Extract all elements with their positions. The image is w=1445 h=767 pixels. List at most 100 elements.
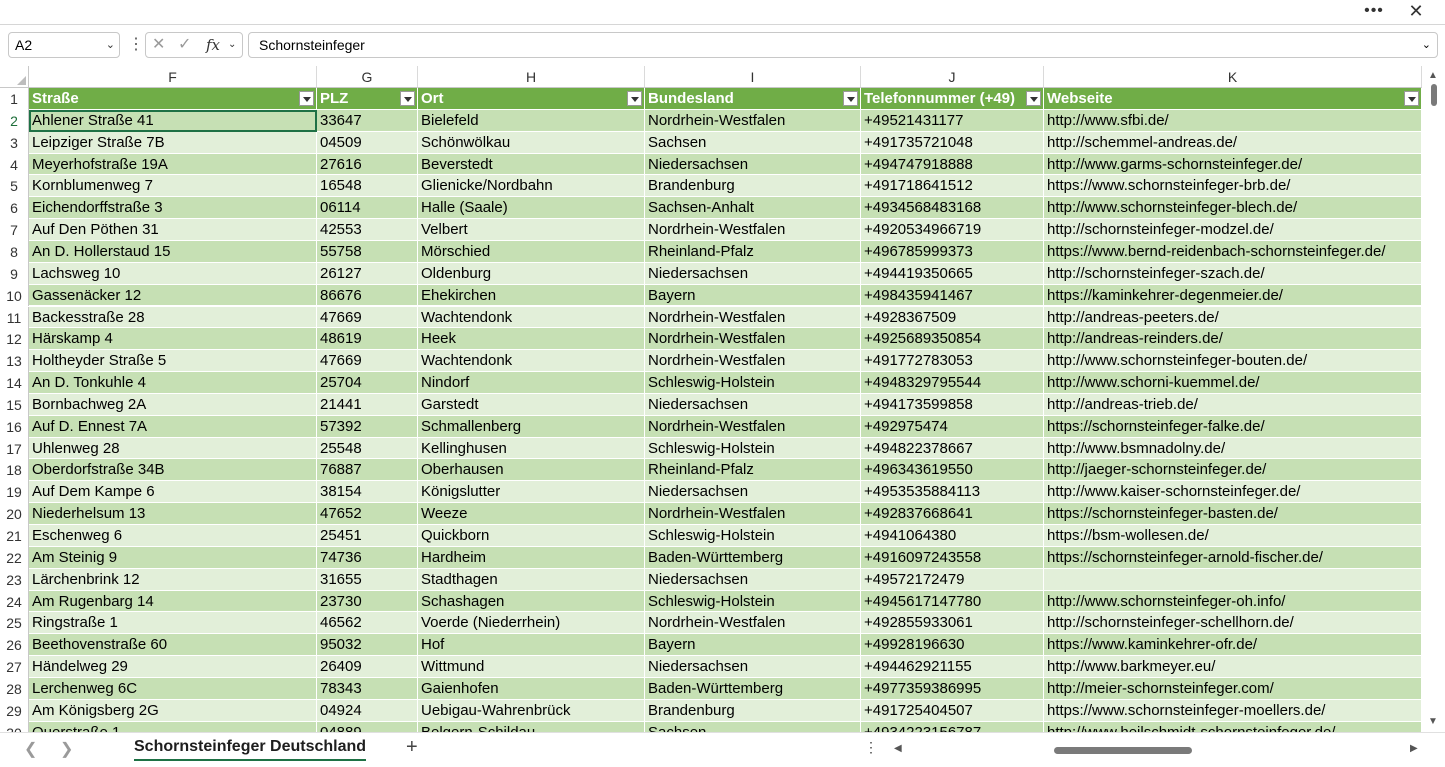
table-cell[interactable]: http://www.heilschmidt-schornsteinfeger.… xyxy=(1044,721,1422,732)
table-cell[interactable]: Niedersachsen xyxy=(645,153,861,176)
filter-dropdown-icon[interactable] xyxy=(400,91,415,106)
table-cell[interactable]: Mörschied xyxy=(418,240,645,263)
table-cell[interactable]: http://schornsteinfeger-szach.de/ xyxy=(1044,262,1422,285)
table-cell[interactable]: Am Steinig 9 xyxy=(29,546,317,569)
row-number[interactable]: 18 xyxy=(0,459,29,482)
table-cell[interactable]: Beethovenstraße 60 xyxy=(29,634,317,657)
table-cell[interactable]: Nordrhein-Westfalen xyxy=(645,109,861,132)
table-cell[interactable]: Niedersachsen xyxy=(645,481,861,504)
cancel-icon[interactable]: ✕ xyxy=(152,34,165,56)
filter-dropdown-icon[interactable] xyxy=(1404,91,1419,106)
table-cell[interactable]: http://jaeger-schornsteinfeger.de/ xyxy=(1044,459,1422,482)
table-cell[interactable]: +49521431177 xyxy=(861,109,1044,132)
table-cell[interactable]: Stadthagen xyxy=(418,568,645,591)
table-cell[interactable]: +492855933061 xyxy=(861,612,1044,635)
table-cell[interactable]: Niederhelsum 13 xyxy=(29,503,317,525)
table-cell[interactable]: 78343 xyxy=(317,677,418,700)
table-cell[interactable]: Backesstraße 28 xyxy=(29,306,317,329)
table-cell[interactable]: Bayern xyxy=(645,284,861,307)
horizontal-scrollbar[interactable]: ◀ ▶ xyxy=(894,743,1424,757)
table-cell[interactable]: http://schornsteinfeger-modzel.de/ xyxy=(1044,219,1422,241)
row-number[interactable]: 29 xyxy=(0,699,29,722)
table-cell[interactable]: 48619 xyxy=(317,328,418,351)
table-cell[interactable]: Nordrhein-Westfalen xyxy=(645,415,861,438)
row-number[interactable]: 26 xyxy=(0,634,29,657)
row-number[interactable]: 20 xyxy=(0,503,29,525)
table-cell[interactable]: https://schornsteinfeger-falke.de/ xyxy=(1044,415,1422,438)
row-number[interactable]: 4 xyxy=(0,153,29,176)
table-cell[interactable]: Schleswig-Holstein xyxy=(645,372,861,394)
table-cell[interactable]: 33647 xyxy=(317,109,418,132)
select-all-corner[interactable] xyxy=(0,66,29,88)
table-cell[interactable]: http://schemmel-andreas.de/ xyxy=(1044,131,1422,154)
table-cell[interactable]: http://www.schornsteinfeger-oh.info/ xyxy=(1044,590,1422,613)
table-cell[interactable]: 21441 xyxy=(317,393,418,416)
table-cell[interactable]: Hof xyxy=(418,634,645,657)
table-cell[interactable]: +4928367509 xyxy=(861,306,1044,329)
table-cell[interactable]: Ahlener Straße 41 xyxy=(29,109,317,132)
table-cell[interactable]: Bielefeld xyxy=(418,109,645,132)
table-cell[interactable]: https://www.schornsteinfeger-brb.de/ xyxy=(1044,175,1422,198)
table-cell[interactable]: +496343619550 xyxy=(861,459,1044,482)
insert-function-icon[interactable]: fx xyxy=(206,34,220,56)
header-cell[interactable]: Straße xyxy=(29,88,317,110)
filter-dropdown-icon[interactable] xyxy=(843,91,858,106)
table-cell[interactable]: Schmallenberg xyxy=(418,415,645,438)
column-header-h[interactable]: H xyxy=(418,66,645,88)
table-cell[interactable]: Kellinghusen xyxy=(418,437,645,460)
table-cell[interactable]: Niedersachsen xyxy=(645,393,861,416)
table-cell[interactable]: Nordrhein-Westfalen xyxy=(645,350,861,373)
table-cell[interactable]: Auf D. Ennest 7A xyxy=(29,415,317,438)
row-number[interactable]: 8 xyxy=(0,240,29,263)
table-cell[interactable]: http://andreas-trieb.de/ xyxy=(1044,393,1422,416)
table-cell[interactable]: +4916097243558 xyxy=(861,546,1044,569)
table-cell[interactable]: 23730 xyxy=(317,590,418,613)
column-header-f[interactable]: F xyxy=(29,66,317,88)
table-cell[interactable]: +491735721048 xyxy=(861,131,1044,154)
table-cell[interactable]: Niedersachsen xyxy=(645,262,861,285)
row-number[interactable]: 17 xyxy=(0,437,29,460)
table-cell[interactable]: Ehekirchen xyxy=(418,284,645,307)
close-icon[interactable]: ✕ xyxy=(1404,0,1428,24)
table-cell[interactable]: 25451 xyxy=(317,525,418,547)
table-cell[interactable]: +4953535884113 xyxy=(861,481,1044,504)
table-cell[interactable]: 25704 xyxy=(317,372,418,394)
table-cell[interactable]: Halle (Saale) xyxy=(418,197,645,220)
table-cell[interactable]: +4920534966719 xyxy=(861,219,1044,241)
table-cell[interactable]: http://meier-schornsteinfeger.com/ xyxy=(1044,677,1422,700)
table-cell[interactable]: https://schornsteinfeger-basten.de/ xyxy=(1044,503,1422,525)
table-cell[interactable]: Bayern xyxy=(645,634,861,657)
prev-sheet-icon[interactable]: ❮ xyxy=(24,739,37,759)
table-cell[interactable]: Oldenburg xyxy=(418,262,645,285)
table-cell[interactable]: +4934568483168 xyxy=(861,197,1044,220)
table-cell[interactable]: Belgern-Schildau xyxy=(418,721,645,732)
row-number[interactable]: 25 xyxy=(0,612,29,635)
table-cell[interactable]: +4948329795544 xyxy=(861,372,1044,394)
table-cell[interactable]: Nordrhein-Westfalen xyxy=(645,503,861,525)
table-cell[interactable]: https://www.schornsteinfeger-moellers.de… xyxy=(1044,699,1422,722)
table-cell[interactable]: Niedersachsen xyxy=(645,568,861,591)
table-cell[interactable]: Heek xyxy=(418,328,645,351)
table-cell[interactable]: Königslutter xyxy=(418,481,645,504)
table-cell[interactable]: +49928196630 xyxy=(861,634,1044,657)
row-number[interactable]: 3 xyxy=(0,131,29,154)
scroll-left-icon[interactable]: ◀ xyxy=(894,743,902,754)
table-cell[interactable]: 46562 xyxy=(317,612,418,635)
row-number[interactable]: 6 xyxy=(0,197,29,220)
table-cell[interactable]: Schönwölkau xyxy=(418,131,645,154)
table-cell[interactable]: Niedersachsen xyxy=(645,656,861,678)
table-cell[interactable]: 38154 xyxy=(317,481,418,504)
row-number[interactable]: 30 xyxy=(0,721,29,732)
tab-split-grip-icon[interactable]: ⋮ xyxy=(864,739,878,756)
table-cell[interactable]: Oberdorfstraße 34B xyxy=(29,459,317,482)
scroll-thumb[interactable] xyxy=(1054,747,1192,754)
table-cell[interactable]: +494462921155 xyxy=(861,656,1044,678)
table-cell[interactable]: 76887 xyxy=(317,459,418,482)
table-cell[interactable]: Rheinland-Pfalz xyxy=(645,240,861,263)
row-number[interactable]: 24 xyxy=(0,590,29,613)
table-cell[interactable]: +491718641512 xyxy=(861,175,1044,198)
table-cell[interactable]: An D. Tonkuhle 4 xyxy=(29,372,317,394)
spreadsheet-grid[interactable]: FGHIJK 1 Straße PLZ Ort Bundesland Telefonnum… xyxy=(0,66,1422,732)
table-cell[interactable]: Am Rugenbarg 14 xyxy=(29,590,317,613)
table-cell[interactable]: Gassenäcker 12 xyxy=(29,284,317,307)
